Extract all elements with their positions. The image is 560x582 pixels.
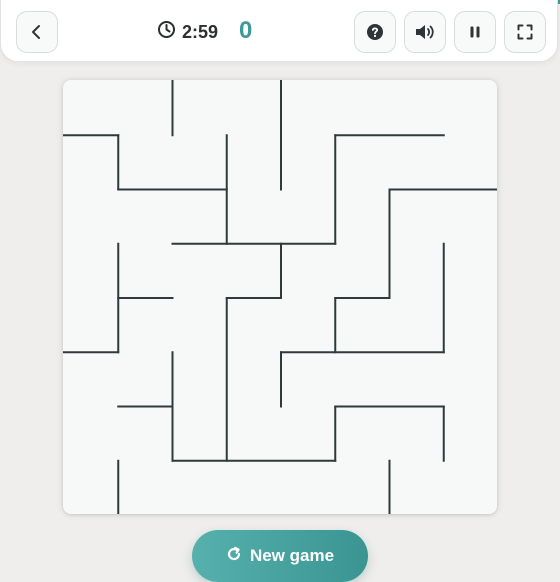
maze-board[interactable] bbox=[63, 80, 497, 514]
timer-value: 2:59 bbox=[182, 21, 219, 42]
pause-button[interactable] bbox=[454, 11, 496, 53]
new-game-button[interactable]: New game bbox=[192, 530, 368, 582]
back-button[interactable] bbox=[16, 11, 58, 53]
score-value: 0 bbox=[239, 17, 253, 44]
sound-button[interactable] bbox=[404, 11, 446, 53]
pause-icon bbox=[467, 24, 483, 40]
restart-icon bbox=[226, 546, 242, 567]
help-button[interactable] bbox=[354, 11, 396, 53]
fullscreen-button[interactable] bbox=[504, 11, 546, 53]
new-game-label: New game bbox=[249, 546, 335, 565]
help-icon bbox=[366, 23, 384, 41]
clock-icon bbox=[157, 20, 176, 44]
volume-icon bbox=[414, 23, 436, 41]
chevron-left-icon bbox=[28, 23, 46, 41]
maze-grid bbox=[63, 80, 497, 514]
top-bar: 2:59 0 bbox=[0, 0, 558, 62]
fullscreen-icon bbox=[517, 24, 533, 40]
timer: 2:59 bbox=[157, 20, 218, 44]
